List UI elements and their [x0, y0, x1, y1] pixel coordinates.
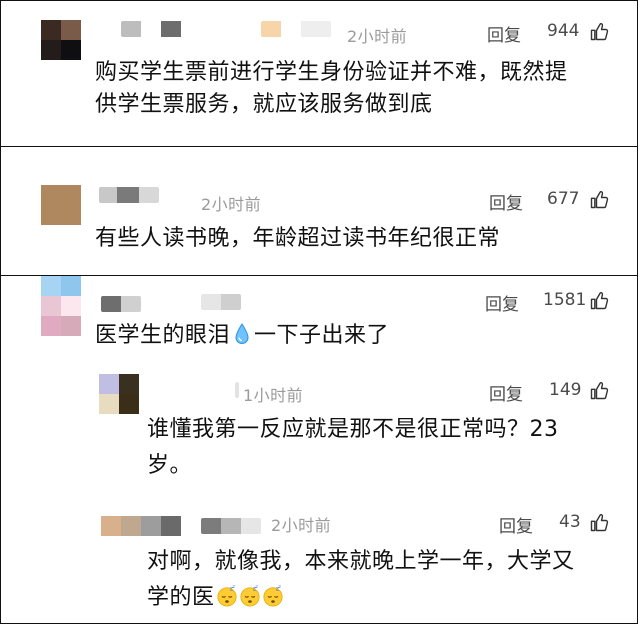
reply-button[interactable]: 回复: [489, 189, 523, 214]
timestamp: 2小时前: [271, 516, 332, 535]
username-blurred[interactable]: [101, 296, 141, 312]
comment-card-2: 2小时前 回复 677 有些人读书晚，年龄超过读书年纪很正常: [0, 147, 638, 276]
avatar[interactable]: [41, 185, 81, 225]
comment-card-1: 2小时前 回复 944 购买学生票前进行学生身份验证并不难，既然提 供学生票服务…: [0, 0, 638, 147]
username-blurred[interactable]: [235, 382, 239, 398]
user-badge-blurred: [261, 21, 331, 37]
timestamp: 2小时前: [347, 27, 408, 46]
user-badge-blurred: [201, 294, 241, 310]
thumbs-up-icon[interactable]: [589, 22, 609, 42]
teardrop-icon: [235, 323, 249, 344]
reply-text-line-2: 学的医: [147, 580, 284, 616]
avatar[interactable]: [41, 20, 81, 60]
reply-avatar[interactable]: [99, 374, 139, 414]
thumbs-up-icon[interactable]: [589, 190, 609, 210]
reply-text-line-1: 谁懂我第一反应就是那不是很正常吗？23: [147, 417, 559, 442]
like-count: 43: [559, 512, 581, 532]
reply-text-line-2-text: 学的医: [147, 585, 215, 610]
username-blurred[interactable]: [201, 518, 261, 534]
reply-button[interactable]: 回复: [489, 380, 523, 405]
username-blurred[interactable]: [121, 21, 201, 37]
sleepy-face-icon: [216, 585, 238, 607]
comment-text-line-2: 供学生票服务，就应该服务做到底: [95, 92, 433, 117]
like-count: 149: [549, 380, 582, 400]
timestamp: 1小时前: [243, 386, 304, 405]
comment-card-3: 回复 1581 医学生的眼泪 一下子出来了 1小时前 回复 149 谁懂我第一反应…: [0, 276, 638, 624]
comment-text-part-2: 一下子出来了: [254, 323, 390, 348]
thumbs-up-icon[interactable]: [589, 381, 609, 401]
username-blurred[interactable]: [99, 187, 159, 203]
comment-text-line-1: 购买学生票前进行学生身份验证并不难，既然提: [95, 60, 568, 85]
thumbs-up-icon[interactable]: [589, 291, 609, 311]
timestamp: 2小时前: [201, 195, 262, 214]
like-count: 1581: [543, 290, 587, 310]
reply-text-line-1: 对啊，就像我，本来就晚上学一年，大学又: [147, 549, 575, 574]
comment-text-part-1: 医学生的眼泪: [95, 323, 231, 348]
reply-button[interactable]: 回复: [487, 21, 521, 46]
avatar[interactable]: [41, 276, 81, 336]
sleepy-face-icon: [262, 585, 284, 607]
reply-button[interactable]: 回复: [499, 512, 533, 537]
comment-text: 医学生的眼泪 一下子出来了: [95, 318, 389, 354]
reply-button[interactable]: 回复: [485, 290, 519, 315]
thumbs-up-icon[interactable]: [589, 513, 609, 533]
like-count: 944: [547, 21, 580, 41]
reply-text-line-2: 岁。: [147, 453, 193, 478]
comment-text: 有些人读书晚，年龄超过读书年纪很正常: [95, 226, 501, 251]
reply-avatar[interactable]: [101, 516, 181, 536]
sleepy-face-icon: [239, 585, 261, 607]
like-count: 677: [547, 189, 580, 209]
